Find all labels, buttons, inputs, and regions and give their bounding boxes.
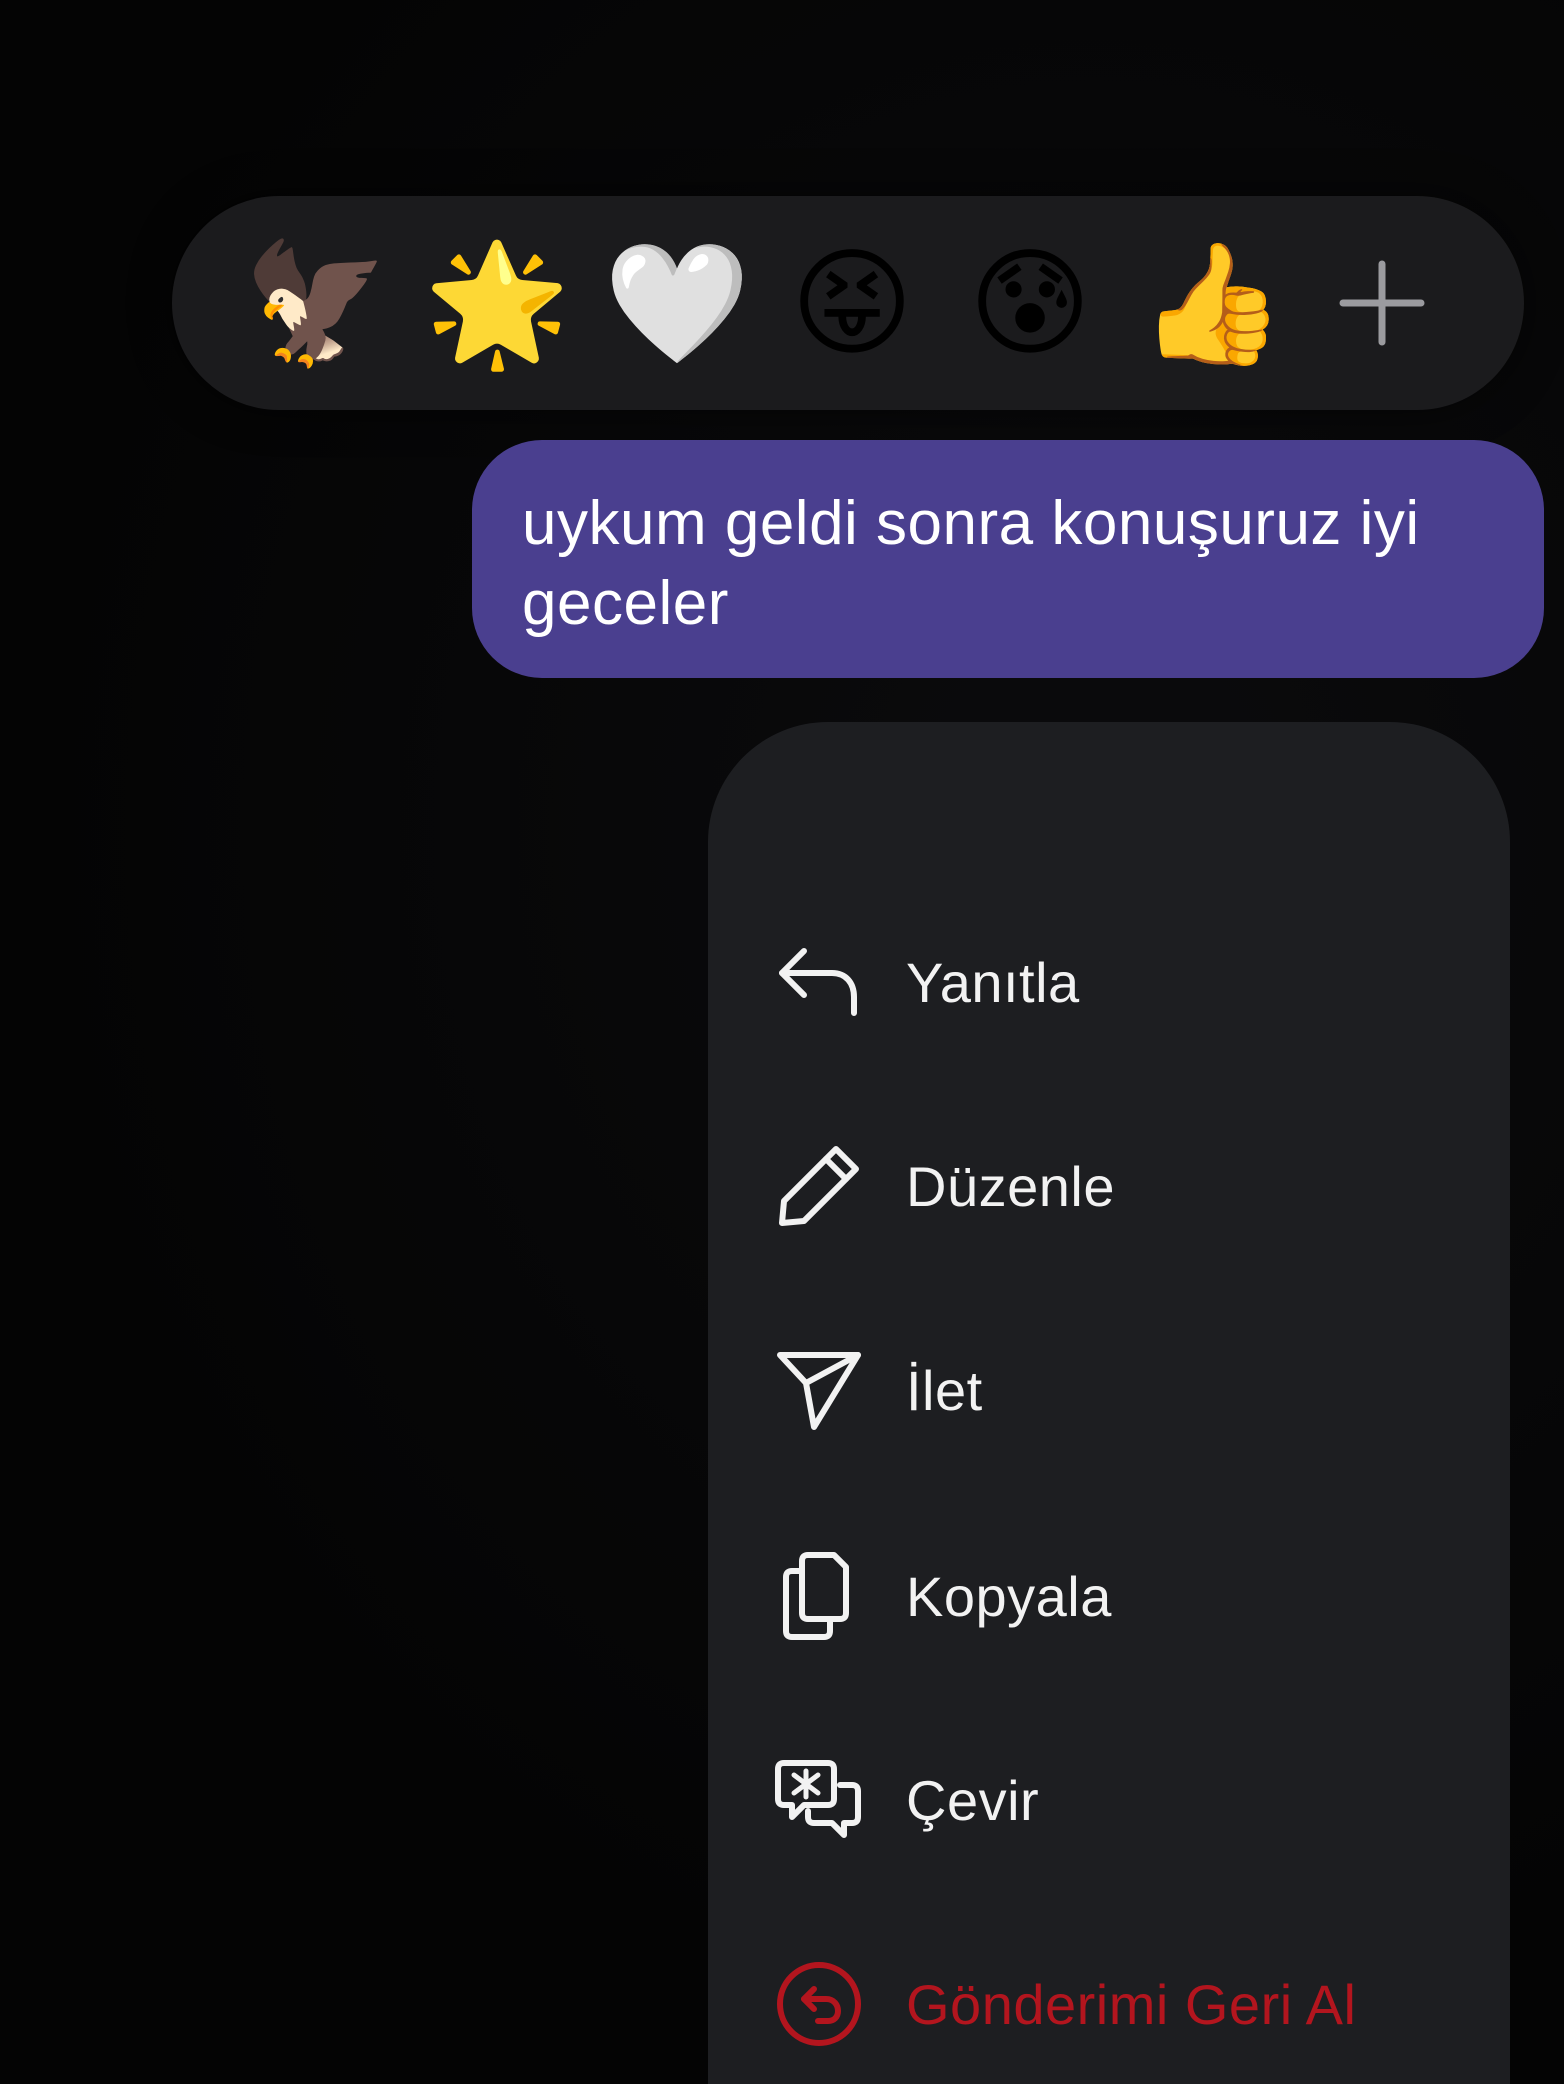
menu-item-label: Kopyala (906, 1564, 1112, 1628)
reaction-white-heart[interactable]: 🤍 (604, 244, 751, 362)
reaction-bar: 🦅 🌟 🤍 😝 😰 👍 (172, 196, 1524, 410)
menu-item-translate[interactable]: Çevir (774, 1740, 1039, 1860)
menu-item-label: Gönderimi Geri Al (906, 1972, 1357, 2036)
reaction-eagle[interactable]: 🦅 (243, 244, 390, 362)
reaction-anxious-sweat[interactable]: 😰 (968, 244, 1091, 362)
translate-icon (774, 1755, 864, 1845)
menu-item-label: Çevir (906, 1768, 1040, 1832)
reaction-thumbs-up[interactable]: 👍 (1139, 244, 1286, 362)
menu-item-label: Düzenle (906, 1154, 1115, 1218)
reaction-squinting-tongue[interactable]: 😝 (790, 244, 913, 362)
menu-item-unsend[interactable]: Gönderimi Geri Al (774, 1944, 1356, 2064)
screen: 🦅 🌟 🤍 😝 😰 👍 uykum geldi sonra konuşuruz … (0, 0, 1564, 2084)
reply-arrow-icon (774, 937, 864, 1027)
menu-item-label: İlet (906, 1358, 983, 1422)
undo-circle-icon (774, 1959, 864, 2049)
send-icon (774, 1345, 864, 1435)
menu-item-edit[interactable]: Düzenle (774, 1126, 1115, 1246)
message-bubble[interactable]: uykum geldi sonra konuşuruz iyi geceler (472, 440, 1544, 678)
menu-item-copy[interactable]: Kopyala (774, 1536, 1112, 1656)
plus-icon[interactable] (1337, 258, 1427, 348)
copy-icon (774, 1551, 864, 1641)
menu-item-label: Yanıtla (906, 950, 1080, 1014)
menu-item-forward[interactable]: İlet (774, 1330, 983, 1450)
menu-item-reply[interactable]: Yanıtla (774, 922, 1080, 1042)
message-text: uykum geldi sonra konuşuruz iyi geceler (522, 489, 1420, 638)
reaction-glowing-star[interactable]: 🌟 (424, 244, 571, 362)
pencil-icon (774, 1141, 864, 1231)
